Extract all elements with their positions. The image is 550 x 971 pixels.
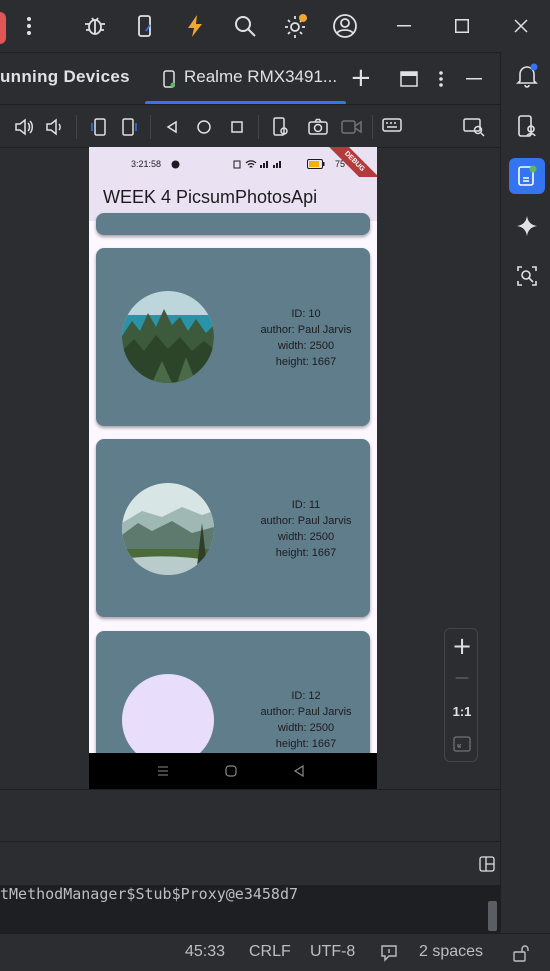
photo-height: height: 1667: [275, 356, 337, 368]
photo-author: author: Paul Jarvis: [260, 324, 352, 336]
layout-inspector-icon[interactable]: [509, 258, 545, 294]
back-icon[interactable]: [160, 115, 184, 139]
home-icon[interactable]: [192, 115, 216, 139]
ide-status-bar: 45:33 CRLF UTF-8 2 spaces: [0, 933, 550, 971]
vibrate-icon: [233, 160, 241, 169]
console-line: tMethodManager$Stub$Proxy@e3458d7: [0, 885, 299, 903]
screen-record-icon[interactable]: [340, 115, 364, 139]
cursor-position[interactable]: 45:33: [185, 943, 225, 961]
close-icon[interactable]: [505, 10, 537, 42]
android-status-bar: 3:21:58 75 DEBUG: [89, 147, 377, 199]
photo-id: ID: 10: [291, 308, 321, 320]
device-explorer-icon[interactable]: [509, 108, 545, 144]
right-tool-window-bar: [500, 52, 550, 932]
photo-height: height: 1667: [275, 738, 337, 750]
gemini-icon[interactable]: [509, 208, 545, 244]
photo-author: author: Paul Jarvis: [260, 706, 352, 718]
photo-author: author: Paul Jarvis: [260, 515, 352, 527]
search-icon[interactable]: [229, 10, 261, 42]
photo-id: ID: 11: [291, 499, 321, 511]
rotate-left-icon[interactable]: [86, 115, 110, 139]
running-devices-tabs: unning Devices Realme RMX3491... +: [0, 52, 500, 105]
photo-avatar-misty-river: [122, 483, 214, 575]
zoom-in-button[interactable]: +: [445, 632, 479, 660]
overview-icon[interactable]: [225, 115, 249, 139]
rotate-right-icon[interactable]: [118, 115, 142, 139]
device-manager-icon[interactable]: [129, 10, 161, 42]
bottom-panel-header: [0, 789, 500, 841]
keyboard-icon[interactable]: [381, 115, 405, 139]
zoom-actual-size-button[interactable]: 1:1: [445, 703, 479, 721]
device-settings-icon[interactable]: [268, 115, 292, 139]
lightning-icon[interactable]: [179, 10, 211, 42]
add-tab-button[interactable]: +: [350, 63, 372, 93]
app-title: WEEK 4 PicsumPhotosApi: [103, 187, 318, 207]
photo-card-partial[interactable]: [96, 213, 370, 235]
readonly-toggle-icon[interactable]: [380, 944, 398, 962]
zoom-controls: + — 1:1: [444, 628, 478, 762]
photo-id: ID: 12: [291, 690, 321, 702]
bug-icon[interactable]: [79, 10, 111, 42]
window-layout-icon[interactable]: [400, 71, 418, 87]
logcat-toolbar: [0, 841, 500, 885]
console-scrollbar[interactable]: [488, 901, 497, 931]
android-nav-bar: [89, 753, 377, 789]
notification-icon: [171, 160, 180, 169]
tab-realme-device[interactable]: Realme RMX3491...: [184, 67, 337, 87]
photo-height: height: 1667: [275, 547, 337, 559]
layout-split-icon[interactable]: [479, 856, 495, 872]
phone-screen[interactable]: 3:21:58 75 DEBUG WEEK 4 PicsumPhotosApi …: [89, 147, 377, 789]
settings-icon[interactable]: [279, 10, 311, 42]
account-icon[interactable]: [329, 10, 361, 42]
phone-icon: [163, 70, 175, 88]
line-separator[interactable]: CRLF: [249, 943, 291, 961]
notifications-icon[interactable]: [509, 58, 545, 94]
emulator-toolbar: [0, 104, 500, 148]
wifi-icon: [245, 160, 257, 168]
battery-icon: [307, 159, 325, 169]
running-devices-title: unning Devices: [0, 67, 130, 86]
signal-icon: [260, 161, 281, 168]
photo-info: ID: 10 author: Paul Jarvis width: 2500 h…: [236, 306, 376, 370]
running-devices-icon[interactable]: [509, 158, 545, 194]
file-encoding[interactable]: UTF-8: [310, 943, 355, 961]
more-vert-icon[interactable]: [13, 10, 45, 42]
photo-avatar-forest-lake: [122, 291, 214, 383]
photo-width: width: 2500: [277, 531, 335, 543]
unlock-icon[interactable]: [512, 944, 530, 962]
maximize-icon[interactable]: [446, 10, 478, 42]
photo-card[interactable]: ID: 11 author: Paul Jarvis width: 2500 h…: [96, 439, 370, 617]
nav-back-icon[interactable]: [293, 765, 305, 777]
fit-screen-icon[interactable]: [453, 736, 471, 752]
volume-up-icon[interactable]: [12, 115, 36, 139]
photo-width: width: 2500: [277, 340, 335, 352]
tab-options-icon[interactable]: [438, 70, 444, 88]
minimize-icon[interactable]: [388, 10, 420, 42]
nav-menu-icon[interactable]: [157, 765, 169, 777]
photo-info: ID: 12 author: Paul Jarvis width: 2500 h…: [236, 688, 376, 752]
mirror-window-icon[interactable]: [462, 115, 486, 139]
status-time: 3:21:58: [131, 159, 162, 169]
photo-info: ID: 11 author: Paul Jarvis width: 2500 h…: [236, 497, 376, 561]
project-badge[interactable]: [0, 12, 6, 44]
console-output[interactable]: tMethodManager$Stub$Proxy@e3458d7: [0, 885, 500, 933]
title-bar: [0, 0, 550, 52]
screenshot-icon[interactable]: [306, 115, 330, 139]
indent-setting[interactable]: 2 spaces: [419, 943, 483, 961]
hide-panel-icon[interactable]: [466, 78, 482, 80]
nav-home-icon[interactable]: [225, 765, 237, 777]
zoom-out-button[interactable]: —: [445, 667, 479, 689]
volume-down-icon[interactable]: [42, 115, 66, 139]
photo-width: width: 2500: [277, 722, 335, 734]
photo-card[interactable]: ID: 10 author: Paul Jarvis width: 2500 h…: [96, 248, 370, 426]
